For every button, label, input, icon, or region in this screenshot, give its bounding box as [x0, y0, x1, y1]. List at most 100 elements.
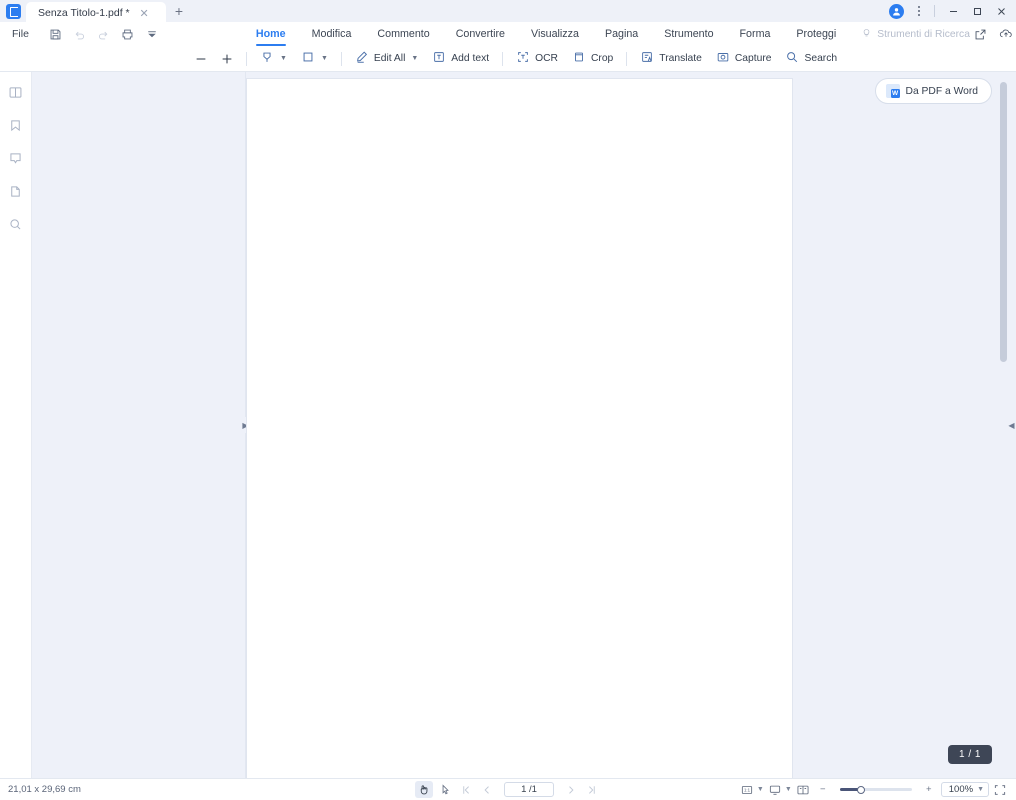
- fullscreen-icon[interactable]: [992, 782, 1008, 798]
- print-icon[interactable]: [117, 24, 139, 44]
- close-icon[interactable]: ✕: [138, 7, 151, 20]
- search-tools-label: Strumenti di Ricerca: [877, 28, 970, 40]
- svg-text:1:1: 1:1: [744, 787, 751, 792]
- pdf-to-word-button[interactable]: W Da PDF a Word: [874, 78, 992, 104]
- chevron-down-icon[interactable]: ▼: [757, 786, 764, 793]
- page-navigation: 1 /1: [415, 781, 601, 798]
- search-label: Search: [804, 53, 838, 64]
- capture-button[interactable]: Capture: [709, 48, 779, 70]
- add-text-label: Add text: [451, 53, 490, 64]
- lightbulb-icon: [861, 27, 872, 41]
- highlight-tool-button[interactable]: ▼: [253, 48, 294, 70]
- pdf-to-word-label: Da PDF a Word: [905, 85, 978, 97]
- page-indicator-badge: 1 / 1: [948, 745, 992, 764]
- browser-tab-bar: Senza Titolo-1.pdf * ✕ +: [0, 0, 1016, 24]
- select-tool-icon[interactable]: [436, 781, 454, 798]
- share-icon[interactable]: [970, 24, 992, 44]
- prev-page-icon[interactable]: [478, 781, 496, 798]
- sidebar-item-thumbnails[interactable]: [5, 81, 27, 103]
- chevron-down-icon: ▼: [320, 55, 328, 62]
- tab-modifica[interactable]: Modifica: [299, 22, 365, 46]
- zoom-in-button[interactable]: +: [920, 781, 938, 798]
- zoom-slider[interactable]: [839, 782, 912, 797]
- translate-label: Translate: [659, 53, 702, 64]
- translate-button[interactable]: Translate: [633, 48, 709, 70]
- sidebar-item-search[interactable]: [5, 213, 27, 235]
- ocr-icon: [516, 50, 530, 67]
- last-page-icon[interactable]: [583, 781, 601, 798]
- tab-home[interactable]: Home: [243, 22, 299, 46]
- zoom-out-button[interactable]: [188, 48, 214, 70]
- zoom-out-button[interactable]: −: [814, 781, 832, 798]
- pdf-page[interactable]: [247, 79, 792, 778]
- capture-icon: [716, 50, 730, 67]
- convert-overlay: W Da PDF a Word: [874, 78, 992, 104]
- tab-strumento[interactable]: Strumento: [651, 22, 726, 46]
- edit-all-icon: [355, 50, 369, 67]
- vertical-scrollbar[interactable]: [1000, 80, 1007, 770]
- highlight-icon: [260, 50, 274, 67]
- shape-tool-button[interactable]: ▼: [294, 48, 335, 70]
- sidebar-item-attachments[interactable]: [5, 180, 27, 202]
- add-text-button[interactable]: Add text: [425, 48, 496, 70]
- add-text-icon: [432, 50, 446, 67]
- sidebar-item-comments[interactable]: [5, 147, 27, 169]
- first-page-icon[interactable]: [457, 781, 475, 798]
- save-icon[interactable]: [45, 24, 67, 44]
- home-toolbar: ▼ ▼ Edit All ▼ Add text OCR Crop Transla…: [0, 46, 1016, 72]
- maximize-button[interactable]: [966, 2, 988, 20]
- crop-button[interactable]: Crop: [565, 48, 620, 70]
- menu-bar: File Home Modifica Commento Convertire V…: [0, 22, 1016, 46]
- quick-access-toolbar: [39, 24, 163, 44]
- translate-icon: [640, 50, 654, 67]
- new-tab-button[interactable]: +: [166, 0, 192, 22]
- zoom-in-button[interactable]: [214, 48, 240, 70]
- fit-mode-control[interactable]: 1:1 ▼: [739, 782, 764, 798]
- user-avatar[interactable]: [889, 3, 904, 19]
- tab-commento[interactable]: Commento: [364, 22, 442, 46]
- status-bar: 21,01 x 29,69 cm 1 /1 1:1 ▼ ▼ − + 100% ▼: [0, 778, 1016, 800]
- pdf-to-word-icon: W: [885, 84, 900, 98]
- search-button[interactable]: Search: [778, 48, 844, 70]
- tab-proteggi[interactable]: Proteggi: [783, 22, 849, 46]
- ocr-label: OCR: [535, 53, 558, 64]
- page-number-input[interactable]: 1 /1: [504, 782, 554, 797]
- chevron-down-icon[interactable]: ▼: [977, 786, 984, 793]
- edit-all-button[interactable]: Edit All ▼: [348, 48, 425, 70]
- tab-visualizza[interactable]: Visualizza: [518, 22, 592, 46]
- view-mode-control[interactable]: ▼: [767, 782, 792, 798]
- close-button[interactable]: [990, 2, 1012, 20]
- file-menu-button[interactable]: File: [0, 28, 39, 40]
- scrollbar-thumb[interactable]: [1000, 82, 1007, 362]
- cloud-upload-icon[interactable]: [995, 24, 1016, 44]
- slider-knob[interactable]: [857, 785, 866, 794]
- chevron-down-icon[interactable]: ▼: [785, 786, 792, 793]
- tab-forma[interactable]: Forma: [727, 22, 784, 46]
- search-tools-button[interactable]: Strumenti di Ricerca: [861, 27, 970, 41]
- page-size-label: 21,01 x 29,69 cm: [8, 784, 81, 795]
- zoom-level-select[interactable]: 100% ▼: [940, 782, 989, 797]
- edit-all-label: Edit All: [373, 53, 406, 64]
- next-page-icon[interactable]: [562, 781, 580, 798]
- quick-access-dropdown-icon[interactable]: [141, 24, 163, 44]
- document-tab[interactable]: Senza Titolo-1.pdf * ✕: [26, 2, 166, 24]
- ribbon-right-actions: [970, 24, 1016, 44]
- ocr-button[interactable]: OCR: [509, 48, 565, 70]
- tab-pagina[interactable]: Pagina: [592, 22, 651, 46]
- thumbnail-panel: ▶: [32, 72, 250, 778]
- sidebar-item-bookmarks[interactable]: [5, 114, 27, 136]
- divider: [246, 51, 247, 66]
- more-options-icon[interactable]: [911, 2, 927, 20]
- right-panel-collapse-handle[interactable]: ◀: [1007, 417, 1016, 433]
- minimize-button[interactable]: [942, 2, 964, 20]
- ribbon-tabs: Home Modifica Commento Convertire Visual…: [243, 22, 970, 46]
- capture-label: Capture: [734, 53, 772, 64]
- document-viewer[interactable]: W Da PDF a Word 1 / 1 ◀: [246, 72, 1016, 778]
- dual-page-icon[interactable]: [795, 782, 811, 798]
- view-controls: 1:1 ▼ ▼ − + 100% ▼: [739, 781, 1016, 798]
- hand-tool-icon[interactable]: [415, 781, 433, 798]
- search-icon: [785, 50, 799, 67]
- divider: [502, 51, 504, 66]
- tab-convertire[interactable]: Convertire: [443, 22, 518, 46]
- fit-actual-size-icon: 1:1: [739, 782, 755, 798]
